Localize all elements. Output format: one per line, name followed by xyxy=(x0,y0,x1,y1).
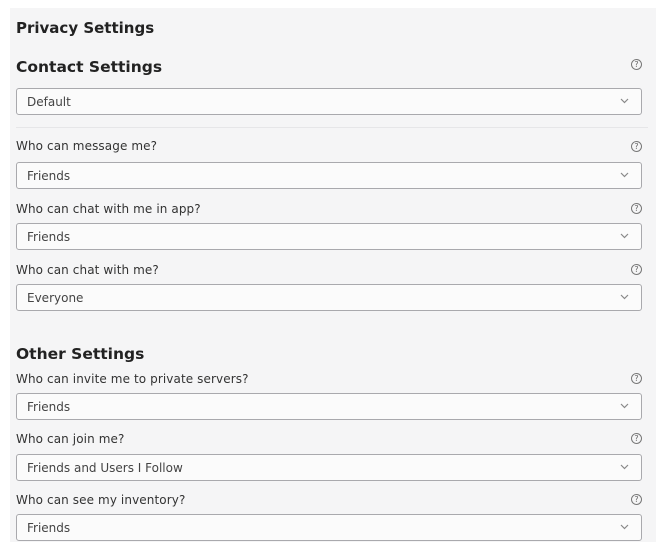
chevron-down-icon xyxy=(620,98,629,104)
contact-settings-title: Contact Settings xyxy=(16,58,163,76)
dropdown-value: Friends and Users I Follow xyxy=(27,461,183,475)
help-icon[interactable]: ? xyxy=(631,433,642,444)
contact-settings-dropdown[interactable]: Default xyxy=(16,88,642,115)
inventory-dropdown[interactable]: Friends xyxy=(16,514,642,541)
chat-in-app-dropdown[interactable]: Friends xyxy=(16,223,642,250)
field-label-invite: Who can invite me to private servers? xyxy=(16,372,249,386)
help-icon[interactable]: ? xyxy=(631,264,642,275)
field-label-chat: Who can chat with me? xyxy=(16,263,159,277)
help-icon[interactable]: ? xyxy=(631,203,642,214)
invite-dropdown[interactable]: Friends xyxy=(16,393,642,420)
dropdown-value: Friends xyxy=(27,169,71,183)
field-label-inventory: Who can see my inventory? xyxy=(16,493,186,507)
help-icon[interactable]: ? xyxy=(631,141,642,152)
dropdown-value: Friends xyxy=(27,400,71,414)
help-icon[interactable]: ? xyxy=(631,59,642,70)
dropdown-value: Default xyxy=(27,95,71,109)
chevron-down-icon xyxy=(620,464,629,470)
field-label-message: Who can message me? xyxy=(16,139,158,153)
help-icon[interactable]: ? xyxy=(631,373,642,384)
chevron-down-icon xyxy=(620,403,629,409)
help-icon[interactable]: ? xyxy=(631,494,642,505)
other-settings-title: Other Settings xyxy=(16,345,145,363)
chevron-down-icon xyxy=(620,233,629,239)
dropdown-value: Friends xyxy=(27,521,71,535)
message-dropdown[interactable]: Friends xyxy=(16,162,642,189)
dropdown-value: Everyone xyxy=(27,291,84,305)
chat-dropdown[interactable]: Everyone xyxy=(16,284,642,311)
divider xyxy=(16,127,648,128)
privacy-settings-panel: Privacy Settings Contact Settings ? Defa… xyxy=(10,8,656,542)
field-label-join: Who can join me? xyxy=(16,432,125,446)
field-label-chat-in-app: Who can chat with me in app? xyxy=(16,202,201,216)
join-dropdown[interactable]: Friends and Users I Follow xyxy=(16,454,642,481)
chevron-down-icon xyxy=(620,524,629,530)
page-title: Privacy Settings xyxy=(16,19,155,37)
chevron-down-icon xyxy=(620,172,629,178)
dropdown-value: Friends xyxy=(27,230,71,244)
chevron-down-icon xyxy=(620,294,629,300)
